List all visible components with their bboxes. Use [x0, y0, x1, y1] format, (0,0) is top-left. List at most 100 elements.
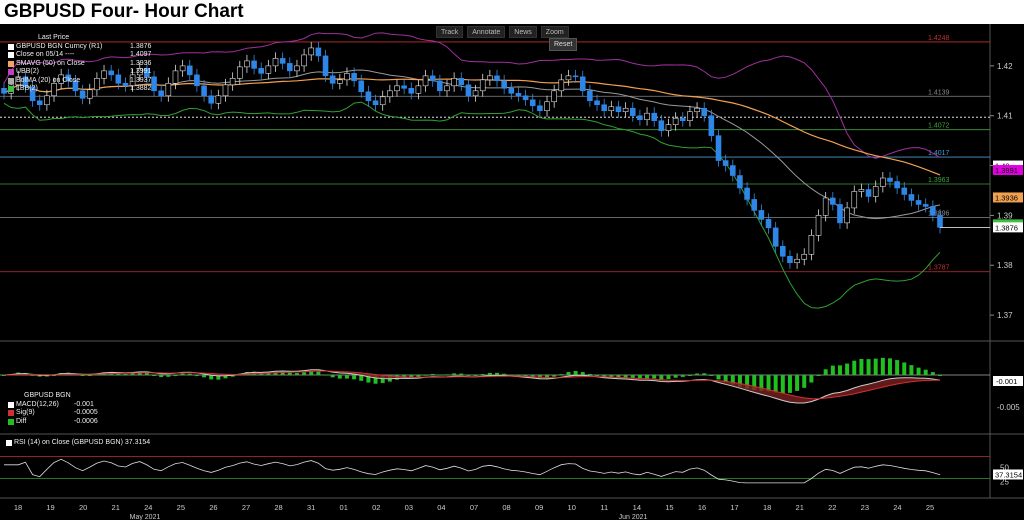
price-legend-item: UBB(2) 1.3991	[8, 68, 151, 77]
price-tag-label: 1.3876	[995, 223, 1018, 232]
candle-body	[601, 104, 607, 112]
candle-body	[758, 210, 765, 220]
y-tick-label: 1.39	[997, 211, 1013, 220]
candle-body	[780, 245, 786, 257]
macd-histogram-bar	[666, 375, 671, 380]
macd-histogram-bar	[645, 375, 650, 379]
level-label: 1.4248	[928, 35, 950, 42]
candle-body	[515, 92, 522, 97]
rsi-legend-label: RSI (14) on Close (GBPUSD BGN) 37.3154	[14, 439, 151, 446]
candle-body	[565, 75, 572, 81]
price-legend-item: SMAVG (50) on Close 1.3936	[8, 60, 151, 69]
candle-body	[908, 194, 915, 201]
chart-toolbar: Track Annotate News Zoom	[436, 26, 569, 38]
macd-histogram-bar	[687, 375, 692, 376]
candle-body	[151, 76, 157, 92]
y-tick-label: 1.37	[997, 311, 1013, 320]
candle-body	[372, 100, 379, 106]
candle-body	[258, 68, 265, 74]
news-button[interactable]: News	[509, 26, 537, 38]
candle-body	[787, 255, 793, 264]
macd-histogram-bar	[823, 369, 828, 375]
legend-label: UBB(2)	[16, 68, 39, 75]
candle-body	[579, 76, 586, 92]
price-tag-label: 1.3936	[995, 193, 1018, 202]
reset-button[interactable]: Reset	[549, 38, 578, 51]
candle-body	[772, 227, 779, 247]
macd-histogram-bar	[780, 375, 785, 394]
candle-body	[822, 197, 829, 216]
candle-body	[358, 80, 365, 93]
legend-value: 1.3937	[130, 76, 152, 84]
macd-histogram-bar	[123, 373, 128, 375]
x-tick-label: 19	[46, 503, 54, 512]
macd-histogram-bar	[552, 375, 557, 377]
zoom-button[interactable]: Zoom	[540, 26, 569, 38]
candle-body	[287, 63, 293, 72]
candle-body	[437, 80, 443, 92]
candle-body	[872, 186, 879, 197]
candle-body	[815, 215, 822, 236]
candle-body	[544, 101, 550, 112]
track-button[interactable]: Track	[436, 26, 464, 38]
x-tick-label: 08	[502, 503, 510, 512]
x-tick-label: 24	[893, 503, 901, 512]
candle-body	[572, 75, 579, 78]
level-label: 1.4139	[928, 89, 950, 96]
level-label: 1.3963	[928, 177, 950, 184]
macd-histogram-bar	[587, 373, 592, 375]
candle-body	[694, 107, 700, 113]
candle-body	[279, 58, 286, 64]
candle-body	[922, 204, 929, 207]
candle-body	[551, 90, 557, 103]
legend-label: LBB(2)	[16, 85, 38, 92]
x-tick-label: 17	[730, 503, 738, 512]
annotate-button[interactable]: Annotate	[467, 26, 506, 38]
x-tick-label: 18	[763, 503, 771, 512]
candle-body	[172, 70, 179, 84]
macd-histogram-bar	[294, 373, 299, 375]
candle-body	[479, 79, 486, 92]
legend-label: BolMA (20) on Close	[16, 76, 81, 84]
macd-histogram-bar	[673, 375, 678, 378]
candle-body	[494, 75, 500, 82]
candle-body	[1, 88, 7, 94]
macd-histogram-bar	[559, 374, 564, 376]
macd-histogram-bar	[830, 365, 835, 375]
candle-body	[865, 189, 872, 197]
legend-value: -0.0005	[74, 409, 98, 416]
x-tick-label: 10	[568, 503, 576, 512]
macd-histogram-bar	[302, 372, 307, 375]
macd-signal-area	[4, 369, 940, 403]
macd-tick-label: -0.005	[997, 403, 1020, 412]
legend-swatch	[8, 69, 14, 76]
y-tick-label: 1.41	[997, 112, 1013, 121]
candle-body	[587, 90, 593, 102]
macd-histogram-bar	[352, 375, 357, 380]
macd-histogram-bar	[187, 373, 192, 375]
candle-body	[915, 200, 922, 205]
candle-body	[722, 160, 729, 166]
candle-body	[594, 100, 600, 106]
macd-histogram-bar	[923, 369, 928, 375]
x-tick-label: 09	[535, 503, 543, 512]
candle-body	[701, 107, 708, 117]
legend-label: MACD(12,26)	[16, 400, 59, 408]
candle-body	[744, 187, 750, 200]
candle-body	[830, 197, 836, 205]
macd-histogram-bar	[323, 374, 328, 376]
candle-body	[344, 73, 350, 81]
legend-swatch	[8, 77, 14, 84]
x-tick-label: 02	[372, 503, 380, 512]
candle-body	[880, 177, 886, 187]
legend-swatch	[8, 52, 14, 59]
macd-legend-header: GBPUSD BGN	[24, 392, 71, 399]
macd-histogram-bar	[180, 373, 185, 375]
rsi-legend: RSI (14) on Close (GBPUSD BGN) 37.3154	[6, 439, 150, 448]
candle-body	[901, 187, 908, 195]
candle-body	[508, 88, 515, 94]
macd-histogram-bar	[802, 375, 807, 388]
rsi-tag-label: 37.3154	[995, 470, 1022, 479]
candle-body	[558, 79, 565, 92]
candle-body	[179, 65, 186, 72]
